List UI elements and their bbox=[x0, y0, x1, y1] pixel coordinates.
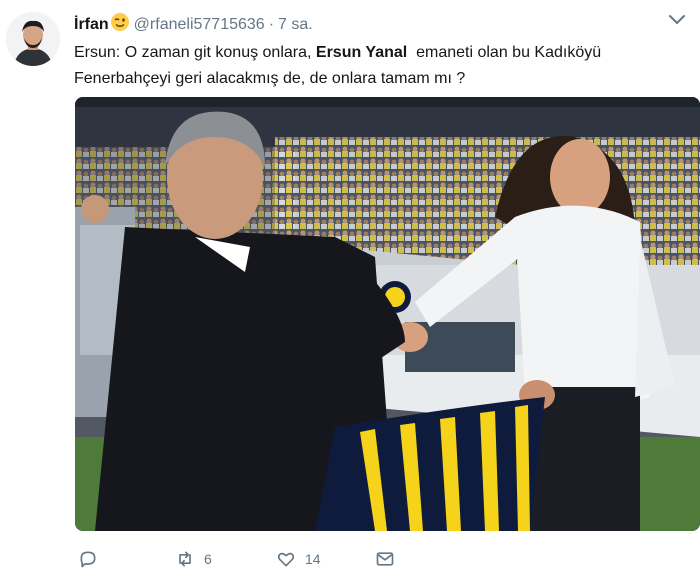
stadium-handshake-photo bbox=[75, 97, 700, 531]
tweet-text-bold: Ersun Yanal bbox=[315, 44, 408, 61]
tweet-photo[interactable] bbox=[75, 97, 700, 531]
tweet-text-suffix: emaneti olan bu Kadıköyü bbox=[416, 44, 602, 61]
like-button[interactable]: 14 bbox=[276, 549, 321, 569]
retweet-button[interactable]: 6 bbox=[175, 549, 212, 569]
tweet-timestamp[interactable]: 7 sa. bbox=[278, 16, 313, 33]
tweet-text-line1: Ersun: O zaman git konuş onlara, Ersun Y… bbox=[74, 40, 674, 66]
separator-dot: · bbox=[268, 16, 275, 33]
direct-message-button[interactable] bbox=[375, 549, 395, 569]
heart-icon bbox=[277, 552, 295, 567]
avatar[interactable] bbox=[6, 12, 60, 66]
author-name[interactable]: İrfan bbox=[74, 16, 109, 33]
chevron-down-icon[interactable] bbox=[668, 12, 686, 26]
author-handle[interactable]: @rfaneli57715636 bbox=[134, 16, 265, 33]
tweet-text: Ersun: O zaman git konuş onlara, Ersun Y… bbox=[74, 40, 674, 92]
like-count: 14 bbox=[305, 551, 321, 567]
reply-button[interactable] bbox=[78, 549, 107, 569]
retweet-icon bbox=[179, 551, 191, 567]
retweet-count: 6 bbox=[204, 551, 212, 567]
wink-emoji-icon bbox=[110, 12, 130, 37]
envelope-icon bbox=[376, 552, 394, 566]
avatar-image bbox=[6, 12, 60, 66]
tweet-text-prefix: Ersun: O zaman git konuş onlara, bbox=[74, 44, 312, 61]
tweet-actions: 6 14 bbox=[0, 541, 700, 575]
reply-icon bbox=[80, 551, 96, 568]
tweet-text-line2: Fenerbahçeyi geri alacakmış de, de onlar… bbox=[74, 70, 466, 87]
tweet-header: İrfan @rfaneli57715636 · 7 sa. bbox=[74, 12, 700, 34]
